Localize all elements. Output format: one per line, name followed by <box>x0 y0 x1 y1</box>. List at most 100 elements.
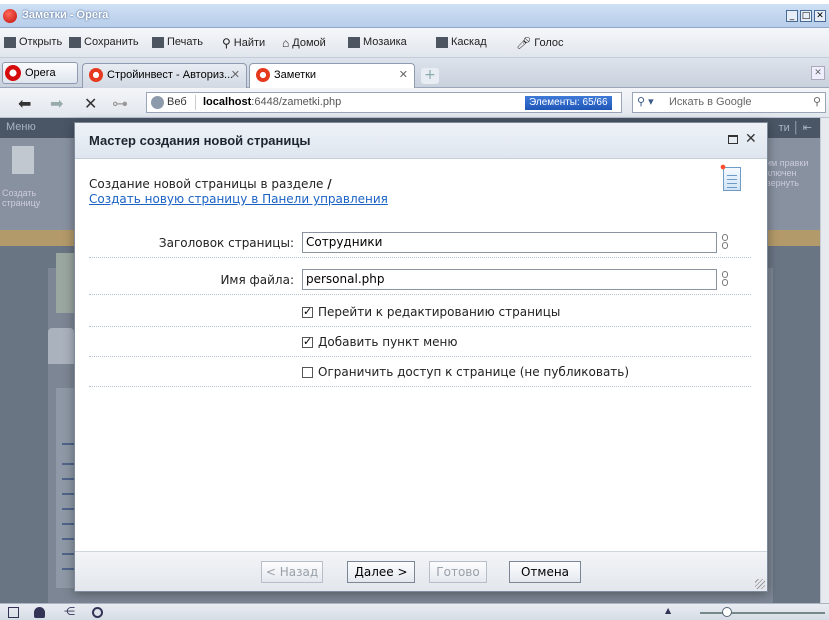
home-icon: ⌂ <box>282 36 290 50</box>
tile-icon <box>348 36 360 48</box>
back-button[interactable]: < Назад <box>261 561 323 583</box>
elements-badge[interactable]: Элементы: 65/66 <box>525 96 612 110</box>
panel-toggle-icon[interactable] <box>8 607 19 618</box>
toolbar-print-label: Печать <box>167 36 204 48</box>
tab-label: Заметки <box>274 69 317 81</box>
toolbar-cascade-button[interactable]: Каскад <box>436 36 487 48</box>
search-field[interactable]: ⚲ ▾ Искать в Google ⚲ <box>632 92 826 113</box>
toolbar-open-button[interactable]: Открыть <box>4 36 62 48</box>
close-tab-icon[interactable]: ✕ <box>399 68 408 81</box>
toolbar-cascade-label: Каскад <box>451 36 487 48</box>
toolbar-voice-button[interactable]: 🎤︎ Голос <box>516 36 564 50</box>
subtitle-prefix: Создание новой страницы в разделе <box>89 177 328 191</box>
checkbox-label: Ограничить доступ к странице (не публико… <box>318 365 630 379</box>
page-title-input[interactable]: Сотрудники <box>302 232 717 253</box>
done-button[interactable]: Готово <box>429 561 487 583</box>
toolbar-voice-label: Голос <box>534 37 564 49</box>
create-page-icon <box>12 146 34 174</box>
resize-grip-icon[interactable] <box>755 579 765 589</box>
link-icon[interactable] <box>721 234 729 251</box>
find-icon: ⚲ <box>222 36 231 50</box>
cms-link-line <box>62 463 74 465</box>
url-field[interactable]: Веб localhost:6448/zametki.php Элементы:… <box>146 92 622 113</box>
tab-favicon-icon <box>89 68 103 82</box>
close-tab-icon[interactable]: ✕ <box>231 68 240 81</box>
toolbar-open-label: Открыть <box>19 36 63 48</box>
url-text: localhost:6448/zametki.php <box>203 96 341 108</box>
dialog-header: Мастер создания новой страницы ✕ <box>75 123 767 159</box>
file-name-input[interactable]: personal.php <box>302 269 717 290</box>
checkbox-unchecked[interactable] <box>302 366 313 378</box>
cms-link-line <box>62 523 74 525</box>
toolbar-save-button[interactable]: Сохранить <box>69 36 139 48</box>
checkbox-checked[interactable] <box>302 336 313 348</box>
cms-tab <box>48 328 74 364</box>
minimize-button[interactable]: _ <box>786 10 798 22</box>
close-window-button[interactable]: ✕ <box>814 10 826 22</box>
toolbar-find-label: Найти <box>233 37 266 49</box>
cms-link-line <box>62 568 74 570</box>
tab-label: Стройинвест - Авториз... <box>107 69 234 81</box>
toolbar-save-label: Сохранить <box>84 36 139 48</box>
add-menu-item-checkbox[interactable]: Добавить пункт меню <box>302 335 457 349</box>
globe-icon <box>151 96 164 109</box>
voice-icon: 🎤︎ <box>516 36 532 50</box>
zoom-slider-knob[interactable] <box>722 607 732 617</box>
toolbar-print-button[interactable]: Печать <box>152 36 203 48</box>
opera-menu-label: Opera <box>25 67 56 79</box>
file-name-row: Имя файла: personal.php <box>89 265 751 295</box>
share-icon[interactable]: ⋲ <box>64 606 75 618</box>
opera-logo-icon <box>3 9 17 23</box>
url-host: localhost <box>203 96 252 108</box>
toolbar-find-button[interactable]: ⚲ Найти <box>222 36 265 50</box>
dialog-footer: < Назад Далее > Готово Отмена <box>75 551 767 591</box>
folder-icon <box>4 36 16 48</box>
tab-favicon-icon <box>256 68 270 82</box>
vertical-scrollbar[interactable] <box>820 118 829 603</box>
status-bar: ⋲ ▲ <box>0 603 829 620</box>
restrict-access-checkbox[interactable]: Ограничить доступ к странице (не публико… <box>302 365 629 379</box>
cancel-button[interactable]: Отмена <box>509 561 581 583</box>
checkbox-row-restrict: Ограничить доступ к странице (не публико… <box>89 357 751 387</box>
create-page-label: Создать страницу <box>2 188 41 208</box>
new-tab-button[interactable]: + <box>421 68 439 84</box>
toolbar-tile-label: Мозаика <box>363 36 407 48</box>
next-button[interactable]: Далее > <box>347 561 415 583</box>
speed-dial-icon[interactable] <box>92 607 103 618</box>
checkbox-label: Добавить пункт меню <box>318 335 458 349</box>
window-titlebar: Заметки - Opera _ □ ✕ <box>0 4 829 28</box>
maximize-icon[interactable] <box>728 135 738 144</box>
new-page-wizard-dialog: Мастер создания новой страницы ✕ Создани… <box>74 122 768 592</box>
back-arrow-icon[interactable]: ⬅ <box>18 94 31 113</box>
dialog-title: Мастер создания новой страницы <box>89 133 311 148</box>
search-icon[interactable]: ⚲ <box>813 95 821 108</box>
tab-bar: Opera Стройинвест - Авториз... ✕ Заметки… <box>0 58 829 89</box>
cloud-icon[interactable] <box>34 607 45 618</box>
forward-arrow-icon[interactable]: ➡ <box>50 94 63 113</box>
cascade-icon <box>436 36 448 48</box>
cms-link-line <box>62 538 74 540</box>
control-panel-link[interactable]: Создать новую страницу в Панели управлен… <box>89 192 388 206</box>
save-icon <box>69 36 81 48</box>
search-engine-icon[interactable]: ⚲ ▾ <box>637 95 654 108</box>
checkbox-checked[interactable] <box>302 306 313 318</box>
opera-menu-button[interactable]: Opera <box>2 62 78 84</box>
cms-link-line <box>62 553 74 555</box>
zoom-up-icon[interactable]: ▲ <box>665 606 671 615</box>
maximize-button[interactable]: □ <box>800 10 812 22</box>
tab-stroyinvest[interactable]: Стройинвест - Авториз... ✕ <box>82 63 247 88</box>
toolbar-home-button[interactable]: ⌂ Домой <box>282 36 326 50</box>
stop-icon[interactable]: ✕ <box>84 94 97 113</box>
cms-menu-right: ти │ ⇤ <box>778 122 812 134</box>
print-icon <box>152 36 164 48</box>
cms-menu-label: Меню <box>6 121 36 133</box>
link-icon[interactable] <box>721 271 729 288</box>
toolbar-tile-button[interactable]: Мозаика <box>348 36 407 48</box>
go-to-edit-checkbox[interactable]: Перейти к редактированию страницы <box>302 305 560 319</box>
trash-icon[interactable]: ✕ <box>811 66 825 80</box>
key-icon[interactable]: ⊶ <box>112 94 128 113</box>
close-icon[interactable]: ✕ <box>745 131 757 147</box>
zoom-slider[interactable] <box>700 612 825 614</box>
tab-zametki[interactable]: Заметки ✕ <box>249 63 415 89</box>
address-bar: ⬅ ➡ ✕ ⊶ Веб localhost:6448/zametki.php Э… <box>0 88 829 118</box>
